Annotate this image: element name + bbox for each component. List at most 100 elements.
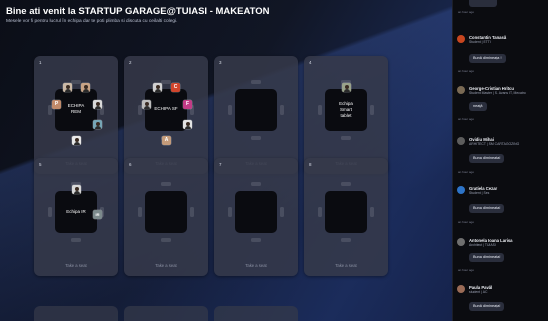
- take-seat-label[interactable]: Take a seat: [214, 263, 298, 268]
- avatar-initial: F: [185, 101, 190, 107]
- seat[interactable]: [251, 80, 261, 84]
- chat-panel: an hour ago Constantin Tanasă Student | …: [452, 0, 548, 321]
- seat[interactable]: [228, 207, 232, 217]
- chat-timestamp: an hour ago: [458, 10, 475, 14]
- table-card-6[interactable]: 6 Take a seat: [124, 158, 208, 276]
- chat-timestamp: an hour ago: [458, 170, 475, 174]
- table-card-8[interactable]: 8 Take a seat: [304, 158, 388, 276]
- table-card-partial[interactable]: [214, 306, 298, 321]
- avatar[interactable]: [457, 285, 465, 293]
- chat-bubble: neaţă: [469, 102, 487, 111]
- avatar[interactable]: A: [162, 136, 171, 145]
- chat-timestamp: an hour ago: [458, 69, 475, 73]
- avatar[interactable]: [342, 83, 351, 92]
- avatar[interactable]: P: [52, 100, 61, 109]
- table-card-partial[interactable]: [124, 306, 208, 321]
- avatar-initial: C: [173, 84, 178, 90]
- avatar[interactable]: [457, 35, 465, 43]
- table-number: 4: [309, 60, 312, 65]
- chat-bubble: Bună dimineața!: [469, 302, 505, 311]
- avatar[interactable]: [457, 86, 465, 94]
- seat[interactable]: [370, 105, 374, 115]
- avatar[interactable]: [93, 100, 102, 109]
- table-card-2[interactable]: 2 ECHIPA SF C F A Take a seat: [124, 56, 208, 174]
- seat[interactable]: [341, 182, 351, 186]
- seat[interactable]: [251, 136, 261, 140]
- table-surface[interactable]: Echipa Smart tablet: [325, 89, 367, 131]
- table-number: 1: [39, 60, 42, 65]
- chat-role: Student | ETTI: [469, 40, 491, 44]
- table-number: 3: [219, 60, 222, 65]
- seat[interactable]: [48, 207, 52, 217]
- take-seat-label[interactable]: Take a seat: [34, 263, 118, 268]
- seat[interactable]: [251, 182, 261, 186]
- table-surface[interactable]: ECHIPA SF: [145, 89, 187, 131]
- avatar[interactable]: [457, 186, 465, 194]
- table-number: 7: [219, 162, 222, 167]
- table-surface[interactable]: ECHIPA REM: [55, 89, 97, 131]
- seat[interactable]: [318, 105, 322, 115]
- avatar[interactable]: [153, 83, 162, 92]
- table-surface[interactable]: [235, 191, 277, 233]
- app-window: Bine ati venit la STARTUP GARAGE@TUIASI …: [0, 0, 548, 321]
- seat[interactable]: [341, 136, 351, 140]
- page-subtitle: Mesele vor fi pentru lucrul în echipa da…: [6, 19, 178, 24]
- table-card-1[interactable]: 1 ECHIPA REM P Take a seat: [34, 56, 118, 174]
- avatar[interactable]: [63, 83, 72, 92]
- table-name: Echipa IR: [66, 209, 86, 214]
- table-number: 5: [39, 162, 42, 167]
- avatar[interactable]: C: [171, 83, 180, 92]
- table-surface[interactable]: [235, 89, 277, 131]
- table-surface[interactable]: [145, 191, 187, 233]
- avatar[interactable]: [72, 185, 81, 194]
- table-surface[interactable]: Echipa IR: [55, 191, 97, 233]
- table-surface[interactable]: [325, 191, 367, 233]
- seat[interactable]: [251, 238, 261, 242]
- seat[interactable]: [71, 80, 81, 84]
- seat[interactable]: [280, 207, 284, 217]
- page-title: Bine ati venit la STARTUP GARAGE@TUIASI …: [6, 6, 270, 17]
- avatar[interactable]: [457, 238, 465, 246]
- chat-role: ARHITECT | SM CARTAGOZING: [469, 142, 520, 146]
- table-card-3[interactable]: 3 Take a seat: [214, 56, 298, 174]
- table-number: 2: [129, 60, 132, 65]
- avatar-initial: A: [164, 137, 169, 143]
- chat-timestamp: an hour ago: [458, 220, 475, 224]
- chat-bubble-partial: [469, 0, 497, 7]
- chat-bubble: Bună dimineața !: [469, 54, 506, 63]
- table-card-5[interactable]: 5 Echipa IR IR Take a seat: [34, 158, 118, 276]
- avatar[interactable]: [142, 100, 151, 109]
- chat-bubble: Buna dimineata!: [469, 253, 505, 262]
- avatar[interactable]: IR: [93, 210, 102, 219]
- table-name: ECHIPA REM: [67, 103, 85, 114]
- avatar[interactable]: [93, 120, 102, 129]
- table-number: 8: [309, 162, 312, 167]
- avatar[interactable]: F: [183, 100, 192, 109]
- table-card-7[interactable]: 7 Take a seat: [214, 158, 298, 276]
- seat[interactable]: [370, 207, 374, 217]
- avatar[interactable]: [72, 136, 81, 145]
- seat[interactable]: [318, 207, 322, 217]
- chat-role: Student Master | S. Avans IT, Mecatro: [469, 91, 526, 95]
- take-seat-label[interactable]: Take a seat: [304, 263, 388, 268]
- seat[interactable]: [341, 238, 351, 242]
- seat[interactable]: [161, 182, 171, 186]
- table-name: ECHIPA SF: [154, 106, 178, 111]
- seat[interactable]: [71, 238, 81, 242]
- seat[interactable]: [161, 238, 171, 242]
- seat[interactable]: [161, 80, 171, 84]
- table-card-partial[interactable]: [34, 306, 118, 321]
- chat-timestamp: an hour ago: [458, 117, 475, 121]
- table-card-4[interactable]: 4 Echipa Smart tablet Take a seat: [304, 56, 388, 174]
- avatar-initial: IR: [95, 212, 100, 217]
- avatar[interactable]: [183, 120, 192, 129]
- avatar[interactable]: [457, 137, 465, 145]
- chat-bubble: Buna dimineata!: [469, 204, 505, 213]
- take-seat-label[interactable]: Take a seat: [124, 263, 208, 268]
- seat[interactable]: [280, 105, 284, 115]
- seat[interactable]: [190, 207, 194, 217]
- seat[interactable]: [138, 207, 142, 217]
- avatar[interactable]: [81, 83, 90, 92]
- seat[interactable]: [228, 105, 232, 115]
- table-number: 6: [129, 162, 132, 167]
